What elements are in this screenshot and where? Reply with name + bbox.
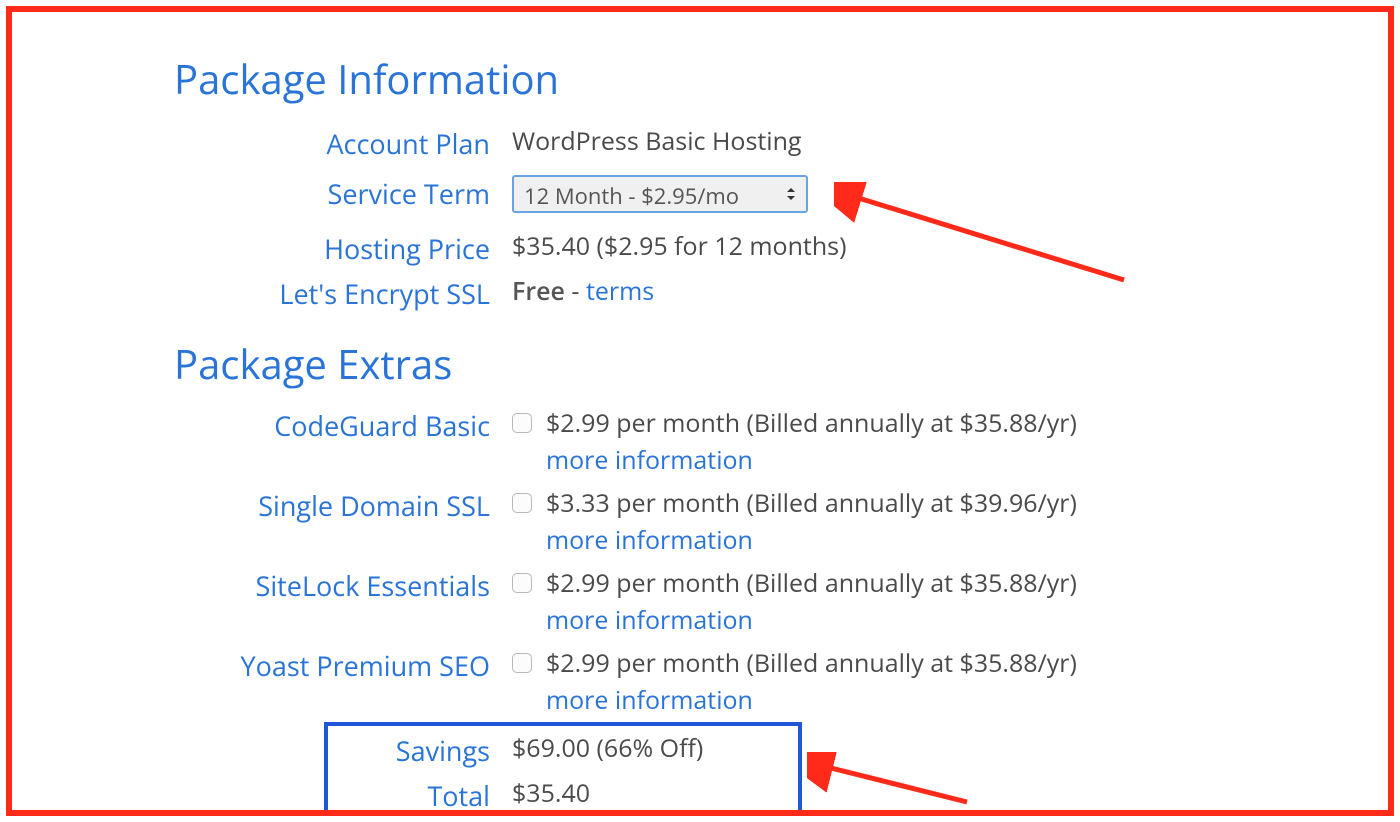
- ssl-terms-link[interactable]: terms: [586, 274, 654, 308]
- hosting-price-value: $35.40 ($2.95 for 12 months): [512, 230, 846, 263]
- single-ssl-label: Single Domain SSL: [12, 487, 512, 524]
- yoast-value: $2.99 per month (Billed annually at $35.…: [546, 646, 1077, 680]
- single-ssl-more-info-link[interactable]: more information: [546, 524, 753, 557]
- sitelock-more-info-link[interactable]: more information: [546, 604, 753, 637]
- single-ssl-checkbox[interactable]: [512, 493, 532, 513]
- lets-encrypt-value: Free - terms: [512, 275, 654, 308]
- account-plan-value: WordPress Basic Hosting: [512, 125, 802, 158]
- package-order-form: Package Information Account Plan WordPre…: [12, 12, 1388, 810]
- total-value: $35.40: [512, 777, 590, 810]
- sitelock-label: SiteLock Essentials: [12, 567, 512, 604]
- codeguard-more-info-link[interactable]: more information: [546, 444, 753, 477]
- package-info-heading: Package Information: [174, 57, 559, 101]
- annotation-frame: Package Information Account Plan WordPre…: [6, 6, 1394, 816]
- service-term-select-wrap[interactable]: 12 Month - $2.95/mo: [512, 175, 808, 213]
- ssl-sep: -: [565, 274, 586, 308]
- codeguard-value: $2.99 per month (Billed annually at $35.…: [546, 406, 1077, 440]
- yoast-checkbox[interactable]: [512, 653, 532, 673]
- package-extras-heading: Package Extras: [174, 342, 452, 386]
- sitelock-checkbox[interactable]: [512, 573, 532, 593]
- hosting-price-label: Hosting Price: [12, 230, 512, 267]
- service-term-select[interactable]: 12 Month - $2.95/mo: [514, 177, 806, 211]
- total-label: Total: [12, 777, 512, 814]
- savings-value: $69.00 (66% Off): [512, 732, 703, 765]
- codeguard-checkbox[interactable]: [512, 413, 532, 433]
- lets-encrypt-label: Let's Encrypt SSL: [12, 275, 512, 312]
- yoast-label: Yoast Premium SEO: [12, 647, 512, 684]
- single-ssl-value: $3.33 per month (Billed annually at $39.…: [546, 486, 1077, 520]
- yoast-more-info-link[interactable]: more information: [546, 684, 753, 717]
- savings-label: Savings: [12, 732, 512, 769]
- account-plan-label: Account Plan: [12, 125, 512, 162]
- codeguard-label: CodeGuard Basic: [12, 407, 512, 444]
- ssl-free-text: Free: [512, 274, 565, 308]
- service-term-label: Service Term: [12, 175, 512, 212]
- sitelock-value: $2.99 per month (Billed annually at $35.…: [546, 566, 1077, 600]
